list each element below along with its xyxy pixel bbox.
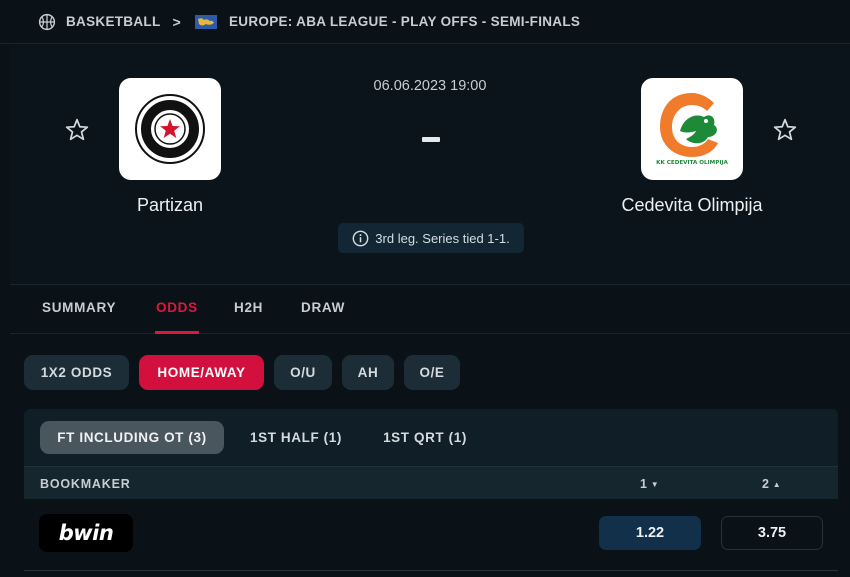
series-info-text: 3rd leg. Series tied 1-1.: [375, 230, 510, 246]
breadcrumb-league-link[interactable]: EUROPE: ABA LEAGUE - PLAY OFFS - SEMI-FI…: [229, 14, 580, 29]
odds-type-home-away[interactable]: HOME/AWAY: [139, 355, 264, 390]
home-team-name[interactable]: Partizan: [60, 195, 280, 216]
match-datetime: 06.06.2023 19:00: [373, 78, 487, 94]
col-1-label: 1: [640, 477, 648, 491]
home-team-logo[interactable]: [119, 78, 221, 180]
cedevita-olimpija-crest-icon: KK CEDEVITA OLIMPIJA: [656, 93, 728, 166]
tab-summary[interactable]: SUMMARY: [42, 300, 116, 315]
col-1-sort[interactable]: 1 ▼: [640, 477, 659, 491]
tab-odds[interactable]: ODDS: [156, 300, 198, 315]
away-logo-text: KK CEDEVITA OLIMPIJA: [656, 160, 728, 166]
active-tab-indicator: [155, 331, 199, 334]
basketball-icon: [38, 13, 56, 30]
tab-h2h[interactable]: H2H: [234, 300, 263, 315]
bookmaker-column-header: BOOKMAKER: [40, 477, 131, 491]
period-ft-including-ot[interactable]: FT INCLUDING OT (3): [40, 421, 224, 454]
sort-down-icon: ▼: [650, 480, 660, 489]
breadcrumb-sport-link[interactable]: BASKETBALL: [66, 14, 161, 29]
match-tabs: SUMMARY ODDS H2H DRAW: [10, 286, 850, 334]
tab-draw[interactable]: DRAW: [301, 300, 345, 315]
period-1st-qrt[interactable]: 1ST QRT (1): [368, 421, 482, 454]
match-header: Partizan 06.06.2023 19:00 3rd leg. Serie…: [10, 45, 850, 285]
table-row: bwin 1.22 3.75: [24, 499, 838, 571]
chevron-right-icon: >: [172, 13, 181, 30]
europe-flag-icon: [194, 14, 217, 29]
series-info-badge: 3rd leg. Series tied 1-1.: [338, 223, 524, 253]
col-2-sort[interactable]: 2 ▲: [762, 477, 781, 491]
odds-table-header: BOOKMAKER 1 ▼ 2 ▲: [24, 466, 838, 499]
odds-type-ah[interactable]: AH: [342, 355, 394, 390]
partizan-crest-icon: [135, 94, 205, 164]
odds-type-oe[interactable]: O/E: [404, 355, 460, 390]
favorite-away-star-icon[interactable]: [772, 117, 798, 143]
info-icon: [352, 230, 369, 246]
favorite-home-star-icon[interactable]: [64, 117, 90, 143]
odd-away[interactable]: 3.75: [721, 516, 823, 550]
odd-home[interactable]: 1.22: [599, 516, 701, 550]
odds-table: FT INCLUDING OT (3) 1ST HALF (1) 1ST QRT…: [24, 409, 838, 499]
away-team-name[interactable]: Cedevita Olimpija: [582, 195, 802, 216]
sort-up-icon: ▲: [772, 480, 782, 489]
bookmaker-bwin-logo[interactable]: bwin: [39, 514, 133, 552]
score-placeholder: [422, 137, 440, 142]
away-team-logo[interactable]: KK CEDEVITA OLIMPIJA: [641, 78, 743, 180]
period-1st-half[interactable]: 1ST HALF (1): [234, 421, 358, 454]
odds-type-1x2[interactable]: 1X2 ODDS: [24, 355, 129, 390]
breadcrumb: BASKETBALL > EUROPE: ABA LEAGUE - PLAY O…: [0, 0, 850, 44]
col-2-label: 2: [762, 477, 770, 491]
odds-type-ou[interactable]: O/U: [274, 355, 332, 390]
